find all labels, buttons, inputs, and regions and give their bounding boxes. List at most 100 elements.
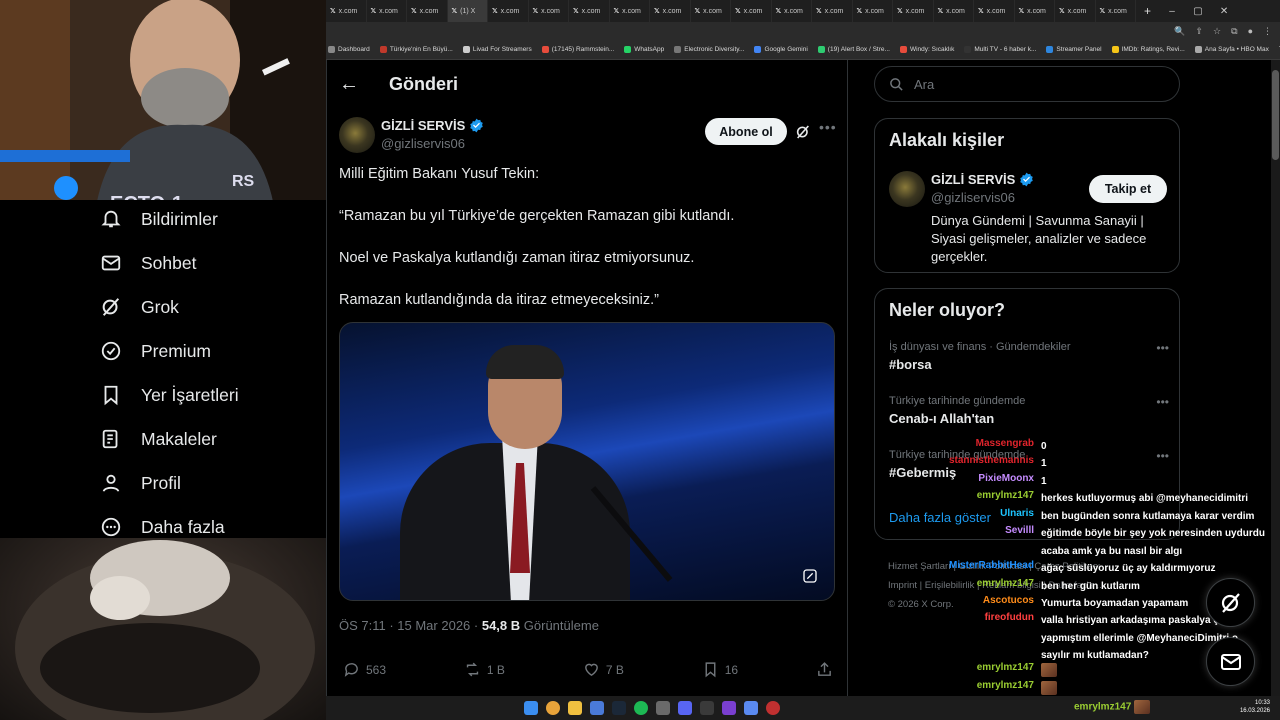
browser-tab[interactable]: 𝕏x.com xyxy=(610,0,650,22)
menu-icon[interactable]: ⋮ xyxy=(1263,26,1272,37)
author-name[interactable]: GİZLİ SERVİS xyxy=(381,118,484,133)
trend-item[interactable]: İş dünyası ve finans · Gündemdekiler #bo… xyxy=(889,341,1169,372)
trend-item[interactable]: Türkiye tarihinde gündemde Cenab-ı Allah… xyxy=(889,395,1169,426)
app-icon[interactable] xyxy=(744,701,758,715)
grok-floating-button[interactable] xyxy=(1206,578,1255,627)
bookmark-item[interactable]: IMDb: Ratings, Revi... xyxy=(1111,46,1185,53)
maximize-icon[interactable]: ▢ xyxy=(1185,6,1211,17)
bookmark-label: Livad For Streamers xyxy=(472,46,532,53)
discord-icon[interactable] xyxy=(678,701,692,715)
subscribe-button[interactable]: Abone ol xyxy=(705,118,787,145)
folder-icon[interactable] xyxy=(568,701,582,715)
bookmark-item[interactable]: Electronic Diversity... xyxy=(674,46,744,53)
browser-tab[interactable]: 𝕏x.com xyxy=(731,0,772,22)
bookmark-item[interactable]: Google Gemini xyxy=(754,46,808,53)
chrome-icon[interactable] xyxy=(546,701,560,715)
browser-tab[interactable]: 𝕏x.com xyxy=(1096,0,1136,22)
bookmark-item[interactable]: (17145) Rammstein... xyxy=(541,46,614,53)
bookmark-favicon-icon xyxy=(1046,46,1054,53)
reply-button[interactable]: 563 xyxy=(343,661,386,678)
browser-tab[interactable]: 𝕏x.com xyxy=(772,0,812,22)
image-edit-icon[interactable] xyxy=(802,568,818,584)
bookmark-item[interactable]: Multi TV - 6 haber k... xyxy=(964,46,1036,53)
x-logo-icon: 𝕏 xyxy=(735,8,741,15)
bookmark-item[interactable]: Türkiye'nin En Büyü... xyxy=(379,46,453,53)
like-button[interactable]: 7 B xyxy=(583,661,624,678)
browser-tab[interactable]: 𝕏x.com xyxy=(529,0,569,22)
browser-tab[interactable]: 𝕏x.com xyxy=(326,0,367,22)
steam-icon[interactable] xyxy=(612,701,626,715)
related-name-text[interactable]: GİZLİ SERVİS xyxy=(931,172,1015,187)
browser-tab[interactable]: 𝕏x.com xyxy=(650,0,691,22)
share-button[interactable] xyxy=(816,661,833,678)
related-name[interactable]: GİZLİ SERVİS xyxy=(931,172,1034,187)
post-image[interactable] xyxy=(339,322,835,601)
back-arrow-icon[interactable]: ← xyxy=(339,73,359,96)
close-icon[interactable]: ✕ xyxy=(1211,6,1237,17)
browser-tab[interactable]: 𝕏x.com xyxy=(488,0,529,22)
profile-icon[interactable]: ● xyxy=(1248,26,1253,36)
start-icon[interactable] xyxy=(524,701,538,715)
bookmark-item[interactable]: Ana Sayfa • HBO Max xyxy=(1194,46,1269,53)
nav-item-yer[interactable]: Yer İşaretleri xyxy=(100,384,239,406)
app-icon[interactable] xyxy=(766,701,780,715)
browser-tab[interactable]: 𝕏x.com xyxy=(691,0,731,22)
nav-item-makaleler[interactable]: Makaleler xyxy=(100,428,217,450)
bookmark-button[interactable]: 16 xyxy=(702,661,738,678)
nav-item-bildirimler[interactable]: Bildirimler xyxy=(100,208,218,230)
browser-tab[interactable]: 𝕏x.com xyxy=(812,0,853,22)
extension-icon[interactable]: ⧉ xyxy=(1231,26,1237,37)
more-options-icon[interactable]: ••• xyxy=(1156,341,1169,355)
browser-tab[interactable]: 𝕏x.com xyxy=(1055,0,1096,22)
avatar[interactable] xyxy=(889,171,925,207)
browser-tab[interactable]: 𝕏x.com xyxy=(934,0,974,22)
browser-tab[interactable]: 𝕏x.com xyxy=(974,0,1015,22)
author-name-text[interactable]: GİZLİ SERVİS xyxy=(381,118,465,133)
app-icon[interactable] xyxy=(722,701,736,715)
bookmark-item[interactable]: Livad For Streamers xyxy=(462,46,532,53)
nav-item-premium[interactable]: Premium xyxy=(100,340,211,362)
browser-toolbar: 🔍 ⇪ ☆ ⧉ ● ⋮ xyxy=(326,22,1280,40)
nav-item-daha[interactable]: Daha fazla xyxy=(100,516,225,538)
avatar[interactable] xyxy=(339,117,375,153)
follow-button[interactable]: Takip et xyxy=(1089,175,1167,203)
zoom-icon[interactable]: 🔍 xyxy=(1174,26,1185,37)
new-tab-button[interactable]: + xyxy=(1136,4,1159,18)
scrollbar[interactable] xyxy=(1271,60,1280,696)
minimize-icon[interactable]: – xyxy=(1159,6,1185,17)
share-icon[interactable]: ⇪ xyxy=(1196,26,1204,37)
related-handle[interactable]: @gizliservis06 xyxy=(931,190,1015,205)
browser-tab[interactable]: 𝕏x.com xyxy=(1015,0,1055,22)
browser-tab[interactable]: 𝕏x.com xyxy=(407,0,448,22)
author-handle[interactable]: @gizliservis06 xyxy=(381,136,465,151)
browser-tab[interactable]: 𝕏x.com xyxy=(367,0,407,22)
bookmark-item[interactable]: Streamer Panel xyxy=(1046,46,1102,53)
grok-icon[interactable] xyxy=(795,124,811,140)
browser-tab[interactable]: 𝕏x.com xyxy=(569,0,610,22)
app-icon[interactable] xyxy=(590,701,604,715)
messages-floating-button[interactable] xyxy=(1206,637,1255,686)
spotify-icon[interactable] xyxy=(634,701,648,715)
bookmark-item[interactable]: (19) Alert Box / Stre... xyxy=(817,46,890,53)
search-input[interactable]: Ara xyxy=(874,66,1180,102)
more-options-icon[interactable]: ••• xyxy=(819,119,837,135)
nav-item-profil[interactable]: Profil xyxy=(100,472,181,494)
more-options-icon[interactable]: ••• xyxy=(1156,395,1169,409)
bookmark-item[interactable]: Dashboard xyxy=(328,46,370,53)
nav-item-grok[interactable]: Grok xyxy=(100,296,179,318)
nav-item-sohbet[interactable]: Sohbet xyxy=(100,252,196,274)
browser-tab[interactable]: 𝕏x.com xyxy=(853,0,893,22)
scrollbar-thumb[interactable] xyxy=(1272,70,1279,160)
post-time[interactable]: ÖS 7:11 · 15 Mar 2026 · xyxy=(339,618,478,633)
star-icon[interactable]: ☆ xyxy=(1213,26,1221,37)
browser-tab[interactable]: 𝕏x.com xyxy=(893,0,934,22)
bookmark-item[interactable]: Windy: Sıcaklık xyxy=(899,46,954,53)
tab-label: x.com xyxy=(541,7,560,15)
repost-button[interactable]: 1 B xyxy=(464,661,505,678)
post-column: ← Gönderi GİZLİ SERVİS @gizliservis06 Ab… xyxy=(326,60,848,696)
browser-tab[interactable]: 𝕏 (1) X xyxy=(447,0,488,22)
taskbar-clock[interactable]: 10:33 16.03.2026 xyxy=(1240,699,1270,715)
app-icon[interactable] xyxy=(656,701,670,715)
bookmark-item[interactable]: WhatsApp xyxy=(624,46,664,53)
app-icon[interactable] xyxy=(700,701,714,715)
